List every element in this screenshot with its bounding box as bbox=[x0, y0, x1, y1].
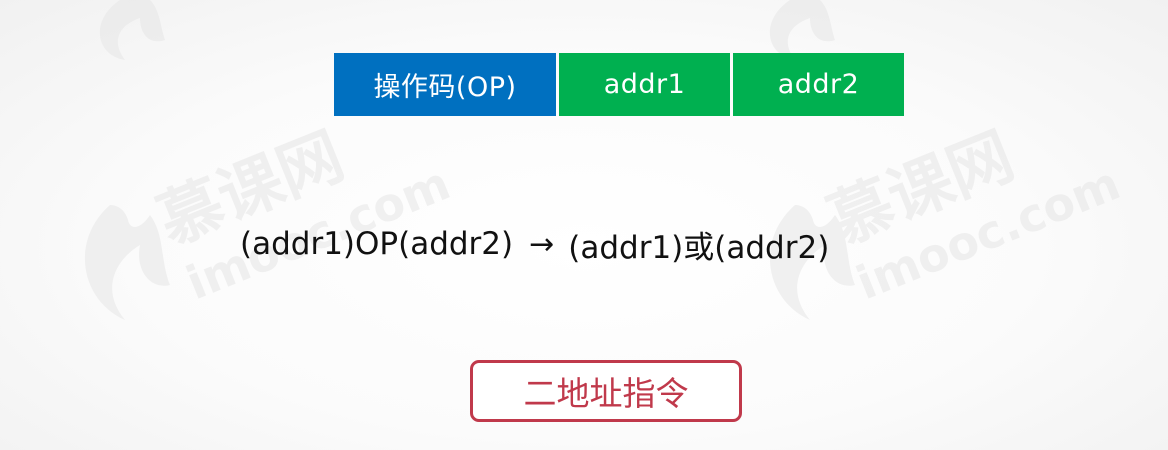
field-addr2: addr2 bbox=[733, 53, 904, 116]
field-opcode: 操作码(OP) bbox=[334, 53, 556, 116]
flame-logo-icon bbox=[84, 0, 855, 320]
formula-right: (addr1)或(addr2) bbox=[568, 229, 830, 266]
slide: 慕课网 imooc.com 慕课网 imooc.com 操作码(OP) addr… bbox=[0, 0, 1168, 450]
operation-formula: (addr1)OP(addr2) → (addr1)或(addr2) bbox=[240, 218, 920, 270]
field-addr1: addr1 bbox=[559, 53, 730, 116]
instruction-type-label: 二地址指令 bbox=[470, 360, 742, 422]
formula-left: (addr1)OP(addr2) bbox=[240, 226, 514, 262]
right-arrow-icon: → bbox=[529, 226, 555, 262]
